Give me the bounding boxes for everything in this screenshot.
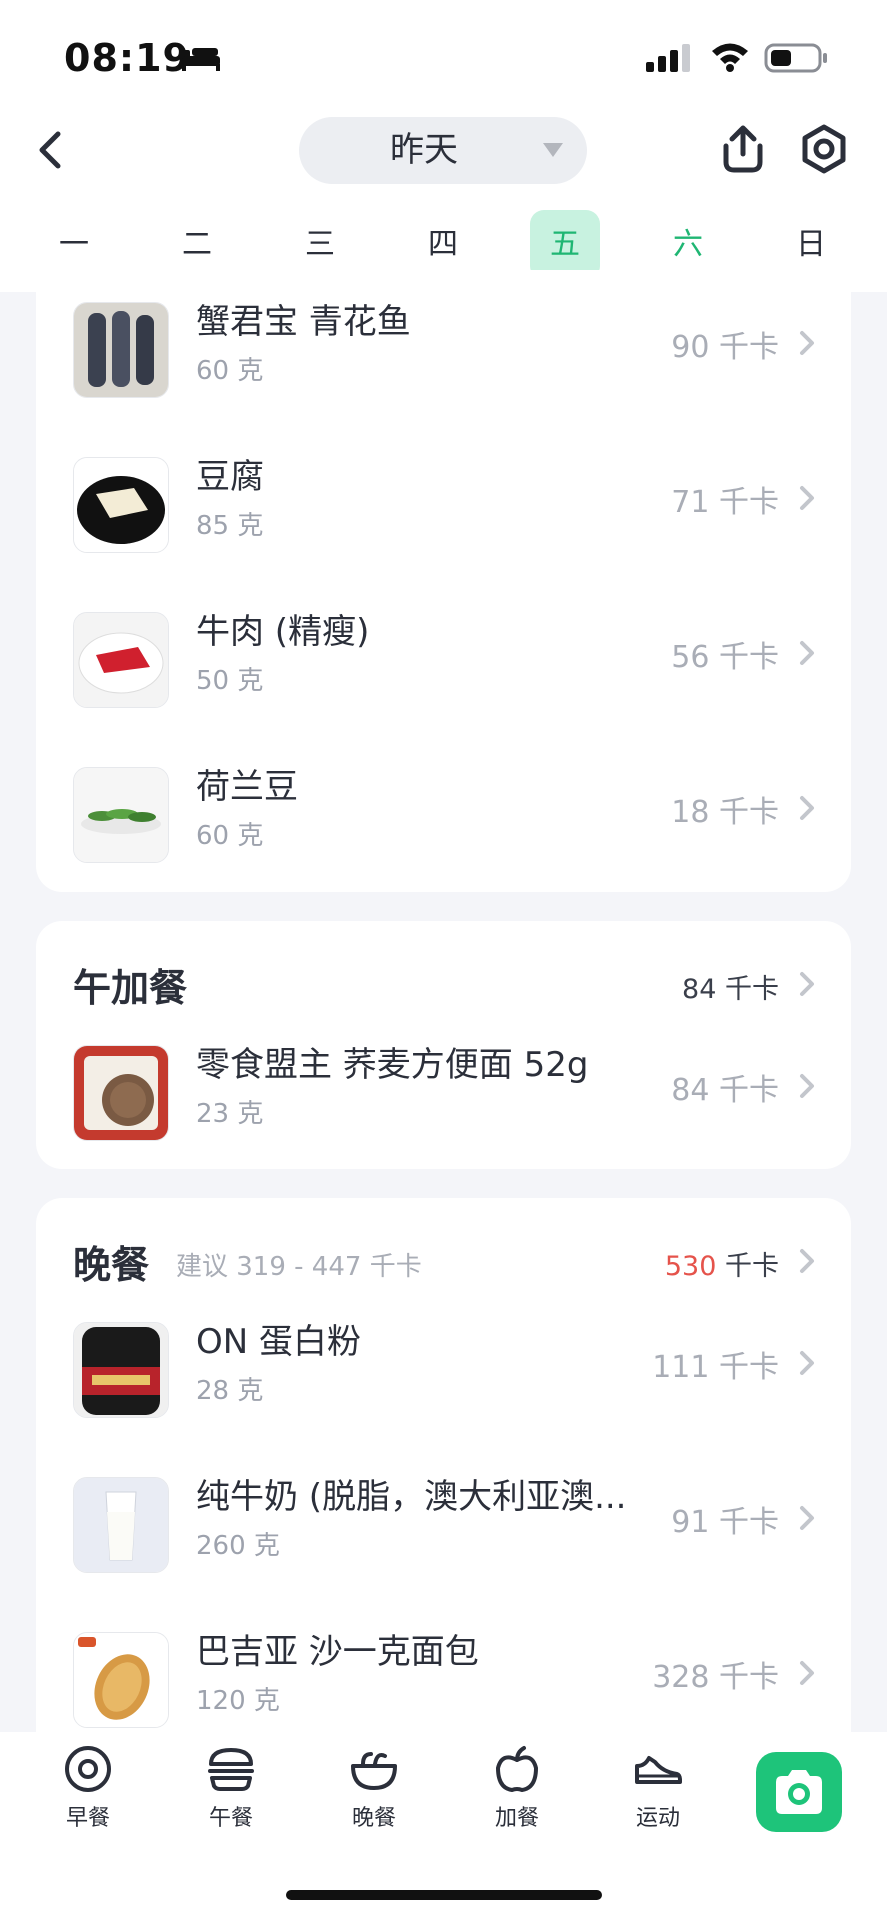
status-time: 08:19 [64,36,190,80]
food-amount: 260 克 [196,1531,280,1561]
food-amount: 60 克 [196,821,264,851]
afternoon-snack-header[interactable]: 午加餐 84 千卡 [36,957,851,1017]
food-kcal: 91 千卡 [671,1505,779,1540]
food-thumbnail-milk [73,1477,169,1573]
food-amount: 28 克 [196,1376,264,1406]
food-amount: 23 克 [196,1099,264,1129]
food-amount: 85 克 [196,511,264,541]
caret-down-icon [543,143,563,157]
section-total-kcal: 530 千卡 [665,1244,779,1283]
food-name: 纯牛奶 (脱脂，澳大利亚澳... [196,1477,627,1517]
camera-button[interactable] [756,1752,842,1832]
home-indicator [286,1890,602,1900]
food-thumbnail-buckwheat-noodles [73,1045,169,1141]
tab-label: 晚餐 [351,1806,396,1831]
tab-lunch[interactable]: 午餐 [181,1744,281,1854]
day-selector[interactable]: 昨天 [299,117,587,184]
chevron-right-icon [800,972,814,996]
food-item[interactable]: 荷兰豆 60 克 18 千卡 [36,755,851,875]
food-thumbnail-tofu [73,457,169,553]
tab-snack[interactable]: 加餐 [467,1744,567,1854]
chevron-right-icon [800,1351,814,1375]
food-kcal: 111 千卡 [652,1350,779,1385]
food-kcal: 71 千卡 [671,485,779,520]
tab-label: 运动 [635,1806,680,1831]
food-kcal: 84 千卡 [671,1073,779,1108]
chevron-right-icon [800,331,814,355]
food-amount: 120 克 [196,1686,280,1716]
food-item[interactable]: 纯牛奶 (脱脂，澳大利亚澳... 260 克 91 千卡 [36,1465,851,1585]
food-name: 豆腐 [196,457,264,497]
dinner-recommended-range: 建议 319 - 447 千卡 [176,1252,422,1282]
chevron-right-icon [800,1661,814,1685]
lunch-card: 蟹君宝 青花鱼 60 克 90 千卡 豆腐 85 克 71 千卡 牛肉 (精瘦)… [36,270,851,892]
food-amount: 60 克 [196,356,264,386]
food-name: 零食盟主 荞麦方便面 52g [196,1045,589,1085]
cellular-signal-icon [646,44,690,72]
chevron-left-icon [39,131,61,169]
settings-button[interactable] [799,124,849,178]
chevron-right-icon [800,1249,814,1273]
food-item[interactable]: 牛肉 (精瘦) 50 克 56 千卡 [36,600,851,720]
section-title: 晚餐 [73,1243,150,1287]
section-total-kcal: 84 千卡 [682,974,779,1005]
food-thumbnail-whey [73,1322,169,1418]
shoe-icon [635,1756,682,1784]
day-selector-label: 昨天 [390,130,458,170]
wifi-icon [712,43,748,72]
food-kcal: 328 千卡 [652,1660,779,1695]
chevron-right-icon [800,1074,814,1098]
chevron-right-icon [800,641,814,665]
share-icon [723,125,763,173]
burger-icon [208,1748,254,1791]
food-thumbnail-bread [73,1632,169,1728]
food-name: 巴吉亚 沙一克面包 [196,1632,479,1672]
food-item[interactable]: 蟹君宝 青花鱼 60 克 90 千卡 [36,290,851,410]
food-item[interactable]: 巴吉亚 沙一克面包 120 克 328 千卡 [36,1620,851,1740]
food-item[interactable]: ON 蛋白粉 28 克 111 千卡 [36,1310,851,1430]
tab-label: 加餐 [494,1806,539,1831]
back-button[interactable] [30,128,74,172]
camera-icon [776,1770,822,1814]
dinner-total-value: 530 [664,1251,717,1282]
tab-breakfast[interactable]: 早餐 [38,1744,138,1854]
section-title: 午加餐 [73,966,188,1010]
chevron-right-icon [800,1506,814,1530]
food-item[interactable]: 零食盟主 荞麦方便面 52g 23 克 84 千卡 [36,1033,851,1153]
tab-exercise[interactable]: 运动 [608,1744,708,1854]
dinner-total-unit: 千卡 [716,1251,779,1282]
breakfast-icon [65,1746,111,1792]
chevron-right-icon [800,796,814,820]
food-kcal: 18 千卡 [671,795,779,830]
apple-icon [496,1746,538,1792]
tab-label: 早餐 [65,1806,110,1831]
gear-icon [802,124,846,174]
food-name: 荷兰豆 [196,767,298,807]
food-thumbnail-beef [73,612,169,708]
food-item[interactable]: 豆腐 85 克 71 千卡 [36,445,851,565]
battery-icon [764,43,827,73]
food-kcal: 90 千卡 [671,330,779,365]
dinner-card: 晚餐 建议 319 - 447 千卡 530 千卡 ON 蛋白粉 28 克 11… [36,1198,851,1758]
top-bar: 08:19 昨天 一 二 三 四 五 六 日 [0,0,887,292]
bowl-icon [351,1752,397,1790]
food-amount: 50 克 [196,666,264,696]
food-thumbnail-snow-peas [73,767,169,863]
food-thumbnail-mackerel [73,302,169,398]
dinner-header[interactable]: 晚餐 建议 319 - 447 千卡 530 千卡 [36,1234,851,1294]
food-name: ON 蛋白粉 [196,1322,362,1362]
chevron-right-icon [800,486,814,510]
food-name: 牛肉 (精瘦) [196,612,370,652]
food-kcal: 56 千卡 [671,640,779,675]
food-name: 蟹君宝 青花鱼 [196,302,411,342]
share-button[interactable] [718,124,768,178]
tab-dinner[interactable]: 晚餐 [324,1744,424,1854]
tab-label: 午餐 [208,1806,253,1831]
sleep-mode-icon [182,48,220,71]
afternoon-snack-card: 午加餐 84 千卡 零食盟主 荞麦方便面 52g 23 克 84 千卡 [36,921,851,1169]
